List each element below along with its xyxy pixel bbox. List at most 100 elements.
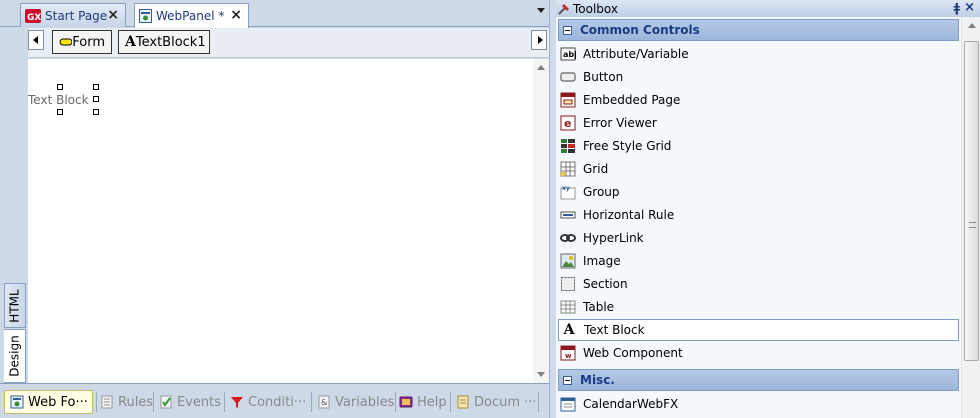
svg-text:GX: GX: [27, 13, 41, 23]
calendar-icon: [560, 396, 576, 412]
breadcrumb-textblock[interactable]: A TextBlock1: [118, 30, 210, 54]
events-icon: [160, 395, 172, 409]
canvas-scrollbar[interactable]: [533, 59, 549, 383]
item-label: Text Block: [584, 323, 645, 337]
tab-rules[interactable]: Rules: [95, 390, 153, 414]
breadcrumb-label: TextBlock1: [135, 34, 206, 50]
toolbox-list: Common Controls ab| Attribute/Variable B…: [556, 17, 961, 418]
tab-label: Docum ···: [474, 394, 537, 410]
toolbox-item-section[interactable]: Section: [558, 273, 959, 295]
toolbox-title-bar: Toolbox ǂ ×: [556, 0, 980, 17]
toolbox-item-embedded-page[interactable]: Embedded Page: [558, 89, 959, 111]
pin-icon[interactable]: ǂ: [953, 1, 960, 15]
embedded-page-icon: [560, 92, 576, 108]
breadcrumb-form[interactable]: Form: [52, 30, 112, 54]
text-block-icon: A: [125, 34, 136, 50]
hyperlink-icon: [560, 230, 576, 246]
toolbox-item-grid[interactable]: Grid: [558, 158, 959, 180]
tab-events[interactable]: Events: [154, 390, 221, 414]
toolbox-item-image[interactable]: Image: [558, 250, 959, 272]
tab-help[interactable]: Help: [394, 390, 447, 414]
resize-handle[interactable]: [93, 109, 99, 115]
tab-design[interactable]: Design: [4, 329, 26, 383]
scroll-right-button[interactable]: [531, 30, 547, 50]
tab-label: Design: [7, 335, 22, 377]
resize-handle[interactable]: [57, 109, 63, 115]
toolbox-panel: Toolbox ǂ × Common Controls ab| Attribut…: [556, 0, 980, 418]
toolbox-item-horizontal-rule[interactable]: Horizontal Rule: [558, 204, 959, 226]
collapse-icon[interactable]: [563, 25, 572, 35]
svg-text:e: e: [564, 117, 571, 130]
resize-handle[interactable]: [93, 84, 99, 90]
tab-label: Variables: [335, 394, 395, 410]
web-component-icon: w: [560, 345, 576, 361]
panel-splitter[interactable]: [549, 0, 556, 418]
rules-icon: [101, 395, 113, 409]
control-breadcrumb: Form A TextBlock1: [28, 28, 549, 58]
item-label: Error Viewer: [583, 116, 657, 130]
toolbox-item-free-style-grid[interactable]: Free Style Grid: [558, 135, 959, 157]
section-icon: [560, 276, 576, 292]
toolbox-item-calendarwebfx[interactable]: CalendarWebFX: [558, 393, 959, 415]
tab-conditions[interactable]: Conditi···: [225, 390, 306, 414]
svg-text:ab|: ab|: [563, 50, 576, 59]
toolbox-item-error-viewer[interactable]: e Error Viewer: [558, 112, 959, 134]
item-label: Embedded Page: [583, 93, 681, 107]
toolbox-item-button[interactable]: Button: [558, 66, 959, 88]
resize-handle[interactable]: [93, 96, 99, 102]
close-icon[interactable]: ×: [230, 7, 242, 23]
item-label: Button: [583, 70, 624, 84]
close-icon[interactable]: ×: [964, 0, 975, 15]
item-label: Section: [583, 277, 628, 291]
tab-label: HTML: [8, 288, 22, 323]
genexus-logo-icon: GX: [25, 8, 41, 23]
scroll-up-icon[interactable]: [968, 23, 976, 28]
tab-label: Rules: [118, 394, 154, 410]
tab-start-page[interactable]: GX Start Page ×: [20, 3, 126, 27]
toolbox-item-web-component[interactable]: w Web Component: [558, 342, 959, 364]
horizontal-rule-icon: [560, 207, 576, 223]
help-book-icon: [399, 396, 413, 408]
chevron-down-icon[interactable]: [537, 8, 545, 13]
tab-label: Conditi···: [248, 394, 307, 410]
tab-documentation[interactable]: Docum ···: [451, 390, 537, 414]
text-block-control[interactable]: Text Block: [28, 93, 89, 107]
tab-web-form[interactable]: Web Fo···: [4, 390, 93, 414]
tab-label: WebPanel *: [156, 9, 225, 23]
toolbox-item-attribute-variable[interactable]: ab| Attribute/Variable: [558, 43, 959, 65]
breadcrumb-label: Form: [72, 34, 105, 50]
scroll-left-button[interactable]: [28, 30, 44, 50]
tab-web-panel[interactable]: WebPanel * ×: [134, 3, 249, 28]
toolbox-item-hyperlink[interactable]: HyperLink: [558, 227, 959, 249]
error-viewer-icon: e: [560, 115, 576, 131]
grid-icon: [560, 161, 576, 177]
resize-handle[interactable]: [57, 84, 63, 90]
group-label: Common Controls: [580, 23, 700, 37]
collapse-icon[interactable]: [563, 375, 572, 385]
item-label: Grid: [583, 162, 609, 176]
group-misc[interactable]: Misc.: [558, 369, 959, 391]
divider: [538, 392, 539, 412]
web-panel-editor: GX Start Page × WebPanel * × Form A Text: [0, 0, 549, 418]
item-label: Free Style Grid: [583, 139, 672, 153]
toolbox-scrollbar[interactable]: [961, 17, 980, 418]
svg-text:&: &: [321, 398, 327, 407]
group-icon: xy: [560, 184, 576, 200]
variables-icon: &: [318, 395, 330, 409]
image-icon: [560, 253, 576, 269]
toolbox-item-text-block[interactable]: A Text Block: [558, 319, 959, 341]
toolbox-item-table[interactable]: Table: [558, 296, 959, 318]
toolbox-item-group[interactable]: xy Group: [558, 181, 959, 203]
svg-text:w: w: [565, 352, 572, 360]
close-icon[interactable]: ×: [107, 7, 119, 23]
table-icon: [560, 299, 576, 315]
design-canvas[interactable]: Text Block: [28, 59, 533, 383]
tab-html[interactable]: HTML: [4, 283, 26, 328]
item-label: Image: [583, 254, 621, 268]
tab-variables[interactable]: & Variables: [312, 390, 394, 414]
scroll-up-icon[interactable]: [537, 65, 545, 70]
view-switcher: HTML Design: [0, 27, 28, 383]
group-common-controls[interactable]: Common Controls: [558, 19, 959, 41]
scroll-down-icon[interactable]: [537, 372, 545, 377]
scroll-thumb[interactable]: [964, 41, 979, 361]
